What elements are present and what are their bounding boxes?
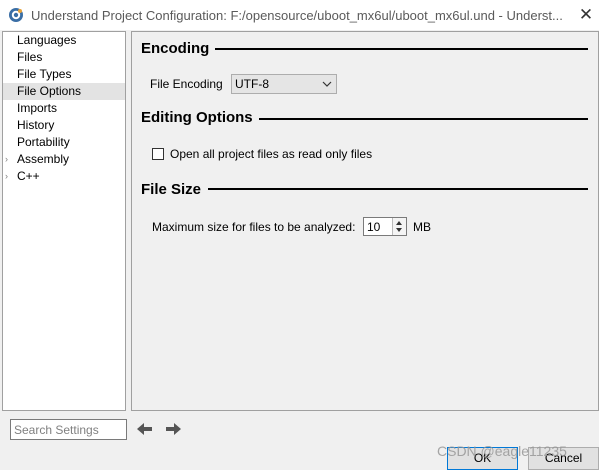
sidebar-item-file-types[interactable]: File Types — [3, 66, 125, 83]
sidebar-item-file-options[interactable]: File Options — [3, 83, 125, 100]
sidebar-item-label: Assembly — [17, 152, 70, 166]
section-title-encoding: Encoding — [141, 40, 216, 57]
sidebar-item-portability[interactable]: Portability — [3, 134, 125, 151]
title-bar: Understand Project Configuration: F:/ope… — [0, 0, 599, 30]
sidebar-item-label: Files — [17, 50, 43, 64]
sidebar-item-label: History — [17, 118, 55, 132]
section-divider — [256, 118, 588, 120]
spin-buttons — [392, 218, 406, 235]
section-title-file-size: File Size — [141, 181, 208, 198]
max-file-size-value: 10 — [367, 220, 381, 234]
max-file-size-unit: MB — [413, 220, 431, 234]
expand-arrow-icon[interactable]: › — [5, 151, 8, 168]
section-divider — [212, 48, 588, 50]
sidebar-item-label: File Types — [17, 67, 72, 81]
readonly-checkbox[interactable] — [152, 148, 164, 160]
watermark: CSDN @eagle11235 — [437, 443, 567, 459]
sidebar-item-assembly[interactable]: › Assembly — [3, 151, 125, 168]
sidebar-item-history[interactable]: History — [3, 117, 125, 134]
sidebar-item-label: File Options — [17, 84, 82, 98]
max-file-size-label: Maximum size for files to be analyzed: — [152, 220, 356, 234]
section-title-editing-options: Editing Options — [141, 109, 259, 126]
sidebar-item-cpp[interactable]: › C++ — [3, 168, 125, 185]
sidebar-item-languages[interactable]: Languages — [3, 32, 125, 49]
arrow-right-icon[interactable] — [164, 420, 182, 438]
sidebar-item-files[interactable]: Files — [3, 49, 125, 66]
sidebar-item-label: C++ — [17, 169, 40, 183]
search-settings-input[interactable] — [10, 419, 127, 440]
settings-panel: Encoding File Encoding UTF-8 Editing Opt… — [131, 31, 599, 411]
spin-down-icon[interactable] — [396, 228, 402, 232]
file-encoding-label: File Encoding — [150, 77, 223, 91]
spin-up-icon[interactable] — [396, 221, 402, 225]
sidebar-item-imports[interactable]: Imports — [3, 100, 125, 117]
file-encoding-value: UTF-8 — [235, 77, 269, 91]
expand-arrow-icon[interactable]: › — [5, 168, 8, 185]
max-file-size-spinbox[interactable]: 10 — [363, 217, 407, 236]
close-button[interactable]: ✕ — [574, 4, 598, 26]
chevron-down-icon — [322, 81, 332, 87]
sidebar-item-label: Portability — [17, 135, 70, 149]
section-divider — [208, 188, 588, 190]
understand-logo-icon — [9, 8, 23, 22]
sidebar-item-label: Languages — [17, 33, 77, 47]
sidebar-item-label: Imports — [17, 101, 58, 115]
readonly-checkbox-label[interactable]: Open all project files as read only file… — [170, 147, 372, 161]
file-encoding-select[interactable]: UTF-8 — [231, 74, 337, 94]
arrow-left-icon[interactable] — [136, 420, 154, 438]
settings-category-tree: Languages Files File Types File Options … — [2, 31, 126, 411]
window-title: Understand Project Configuration: F:/ope… — [31, 8, 563, 23]
